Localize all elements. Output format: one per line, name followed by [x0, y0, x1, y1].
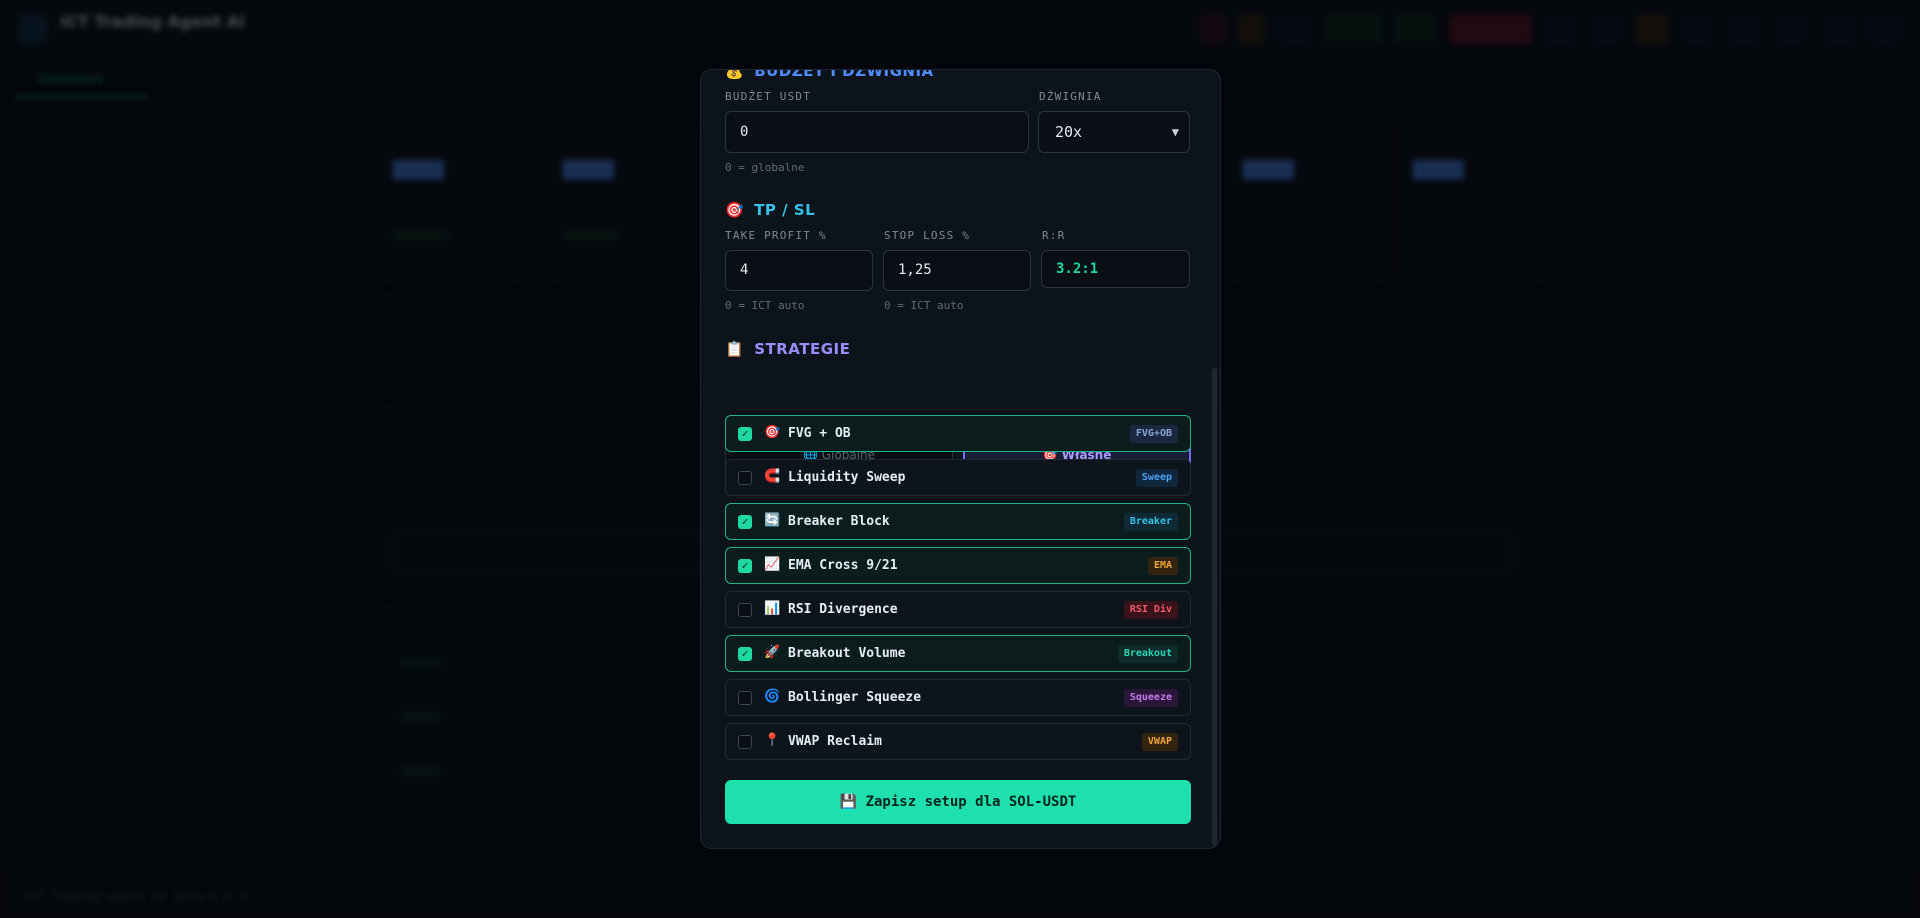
modal-scrollbar[interactable] [1212, 368, 1217, 846]
save-setup-button[interactable]: 💾 Zapisz setup dla SOL-USDT [725, 780, 1191, 824]
strategy-badge: EMA [1147, 557, 1178, 575]
strategy-row[interactable]: ✓ 🔄 Breaker Block Breaker [725, 503, 1191, 540]
strategy-checkbox[interactable] [738, 603, 752, 617]
strategies-section-title: 📋 STRATEGIE [725, 340, 850, 358]
strategy-badge: RSI Div [1123, 601, 1178, 619]
strategy-name: Breaker Block [788, 514, 890, 529]
clipboard-icon: 📋 [725, 340, 745, 358]
strategy-badge: Breakout [1117, 645, 1178, 663]
budget-section-label: BUDŻET I DŹWIGNIA [754, 69, 934, 80]
strategy-row[interactable]: 🌀 Bollinger Squeeze Squeeze [725, 679, 1191, 716]
budget-hint: 0 = globalne [725, 161, 805, 174]
strategy-checkbox[interactable] [738, 471, 752, 485]
strategy-checkbox[interactable]: ✓ [738, 559, 752, 573]
tpsl-section-title: 🎯 TP / SL [725, 201, 815, 219]
tp-label: TAKE PROFIT % [725, 229, 827, 242]
strategy-icon: 📊 [764, 601, 781, 616]
strategy-row[interactable]: ✓ 📈 EMA Cross 9/21 EMA [725, 547, 1191, 584]
strategy-icon: 🚀 [764, 645, 781, 660]
strategy-name: FVG + OB [788, 426, 851, 441]
leverage-label: DŹWIGNIA [1039, 90, 1102, 103]
strategy-badge: VWAP [1141, 733, 1178, 751]
strategy-row[interactable]: 📊 RSI Divergence RSI Div [725, 591, 1191, 628]
leverage-value: 20x [1055, 123, 1083, 141]
strategy-icon: 🔄 [764, 513, 781, 528]
strategy-checkbox[interactable]: ✓ [738, 647, 752, 661]
sl-hint: 0 = ICT auto [884, 299, 964, 312]
floppy-disk-icon: 💾 [839, 794, 858, 810]
strategy-row[interactable]: ✓ 🎯 FVG + OB FVG+OB [725, 415, 1191, 452]
target-icon: 🎯 [725, 201, 745, 219]
leverage-select[interactable]: 20x ▼ [1038, 111, 1190, 153]
strategy-row[interactable]: 📍 VWAP Reclaim VWAP [725, 723, 1191, 760]
budget-section-title: 💰 BUDŻET I DŹWIGNIA [725, 69, 934, 80]
strategy-checkbox[interactable]: ✓ [738, 515, 752, 529]
stop-loss-input[interactable]: 1,25 [883, 250, 1031, 291]
strategy-icon: 🧲 [764, 469, 781, 484]
money-bag-icon: 💰 [725, 69, 745, 80]
strategy-badge: Sweep [1135, 469, 1178, 487]
strategy-icon: 📈 [764, 557, 781, 572]
strategy-name: RSI Divergence [788, 602, 898, 617]
strategies-section-label: STRATEGIE [754, 340, 851, 358]
sl-label: STOP LOSS % [884, 229, 971, 242]
strategy-name: Liquidity Sweep [788, 470, 906, 485]
strategy-icon: 📍 [764, 733, 781, 748]
take-profit-input[interactable]: 4 [725, 250, 873, 291]
rr-label: R:R [1042, 229, 1066, 242]
strategy-badge: FVG+OB [1129, 425, 1178, 443]
risk-reward-value: 3.2:1 [1041, 250, 1190, 288]
strategy-checkbox[interactable]: ✓ [738, 427, 752, 441]
strategy-checkbox[interactable] [738, 735, 752, 749]
strategy-row[interactable]: ✓ 🚀 Breakout Volume Breakout [725, 635, 1191, 672]
budget-label: BUDŻET USDT [725, 90, 812, 103]
strategy-name: Breakout Volume [788, 646, 906, 661]
strategy-badge: Breaker [1123, 513, 1178, 531]
strategy-checkbox[interactable] [738, 691, 752, 705]
strategy-icon: 🎯 [764, 425, 781, 440]
save-setup-label: Zapisz setup dla SOL-USDT [865, 794, 1077, 810]
strategy-icon: 🌀 [764, 689, 781, 704]
strategy-badge: Squeeze [1123, 689, 1178, 707]
strategy-name: VWAP Reclaim [788, 734, 882, 749]
strategy-row[interactable]: 🧲 Liquidity Sweep Sweep [725, 459, 1191, 496]
tpsl-section-label: TP / SL [754, 201, 816, 219]
strategy-name: Bollinger Squeeze [788, 690, 922, 705]
chevron-down-icon: ▼ [1171, 125, 1179, 139]
strategy-setup-modal: 💰 BUDŻET I DŹWIGNIA BUDŻET USDT 0 0 = glo… [700, 69, 1221, 849]
strategy-name: EMA Cross 9/21 [788, 558, 898, 573]
tp-hint: 0 = ICT auto [725, 299, 805, 312]
budget-input[interactable]: 0 [725, 111, 1029, 153]
